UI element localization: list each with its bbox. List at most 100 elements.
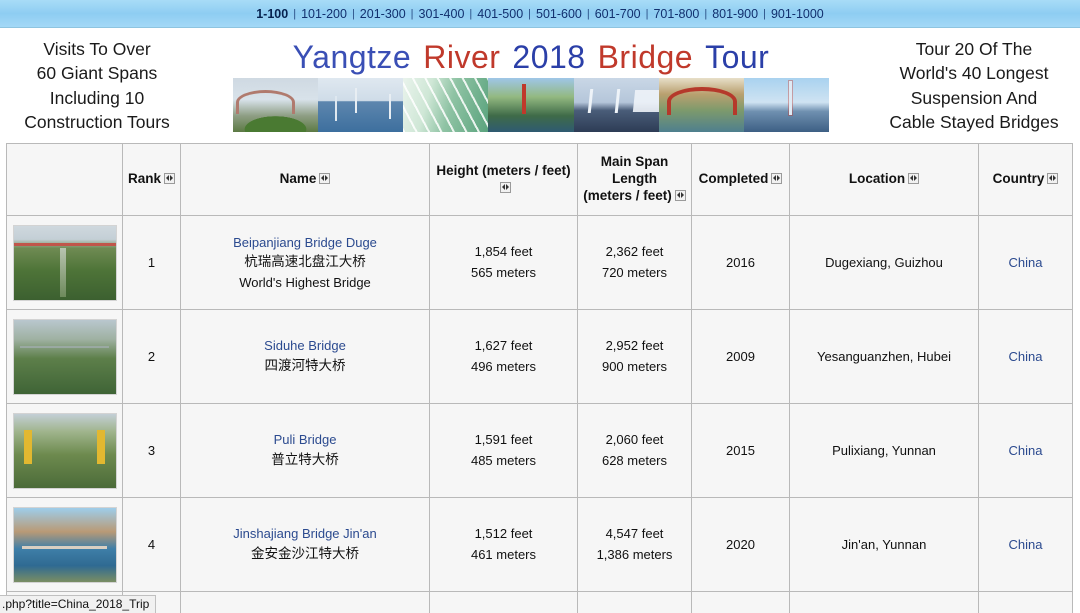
bridges-table: Rank Name Height (meters / feet) Main Sp… — [6, 143, 1073, 613]
pagination-separator: | — [645, 7, 649, 20]
column-header-country[interactable]: Country — [978, 143, 1073, 216]
column-label-completed: Completed — [698, 171, 769, 187]
banner-right-line-3: Suspension And — [910, 87, 1038, 108]
cell-thumbnail[interactable] — [6, 215, 123, 310]
banner-left-line-4: Construction Tours — [24, 111, 170, 132]
banner-photo-2 — [317, 78, 404, 132]
height-feet: 1,512 feet — [474, 526, 533, 542]
column-label-span-line2: Length — [612, 171, 657, 187]
puli-bridge-thumbnail[interactable] — [12, 412, 117, 489]
table-header: Rank Name Height (meters / feet) Main Sp… — [6, 143, 1073, 216]
table-row: 4 Jinshajiang Bridge Jin'an 金安金沙江特大桥 1,512 … — [6, 497, 1073, 592]
bridge-name-chinese: 四渡河特大桥 — [264, 357, 346, 373]
column-header-name[interactable]: Name — [180, 143, 430, 216]
sort-icon[interactable] — [908, 173, 920, 185]
table-body: 1 Beipanjiang Bridge Duge 杭瑞高速北盘江大桥 World's… — [6, 215, 1073, 613]
span-meters: 720 meters — [601, 264, 668, 280]
banner-right-line-4: Cable Stayed Bridges — [889, 111, 1059, 132]
pagination-link-1-100[interactable]: 1-100 — [255, 7, 289, 21]
country-link[interactable]: China — [1009, 255, 1043, 270]
cell-name: Yachi Bridge贵黔高速鸭池河大桥 — [180, 591, 430, 613]
height-meters: 461 meters — [470, 546, 537, 562]
banner-right-text: Tour 20 Of The World's 40 Longest Suspensi… — [874, 37, 1074, 134]
banner-title-word-3: 2018 — [512, 39, 586, 75]
cell-height: 1,424 feet434 meters — [429, 591, 578, 613]
sort-icon[interactable] — [164, 173, 175, 185]
column-label-rank: Rank — [127, 171, 161, 187]
pagination-link-101-200[interactable]: 101-200 — [300, 7, 348, 21]
cell-thumbnail[interactable] — [6, 309, 123, 404]
cell-thumbnail[interactable] — [6, 403, 123, 498]
column-header-location[interactable]: Location — [789, 143, 979, 216]
siduhe-bridge-thumbnail[interactable] — [12, 318, 117, 395]
banner-title: Yangtze River 2018 Bridge Tour — [287, 39, 776, 76]
height-meters: 496 meters — [470, 358, 537, 374]
banner-photo-1 — [232, 78, 318, 132]
column-header-main-span-length[interactable]: Main Span Length (meters / feet) — [577, 143, 692, 216]
sort-icon[interactable] — [1047, 173, 1059, 185]
country-link[interactable]: China — [1009, 349, 1043, 364]
pagination-link-201-300[interactable]: 201-300 — [359, 7, 407, 21]
bridge-name-link[interactable]: Siduhe Bridge — [185, 336, 425, 356]
table-row: 2 Siduhe Bridge 四渡河特大桥 1,627 feet 496 meters… — [6, 309, 1073, 404]
country-link[interactable]: China — [1009, 443, 1043, 458]
cell-thumbnail[interactable] — [6, 497, 123, 592]
sort-icon[interactable] — [319, 173, 331, 185]
bridge-name-link[interactable]: Beipanjiang Bridge Duge — [185, 233, 425, 253]
cell-height: 1,627 feet 496 meters — [429, 309, 578, 404]
banner-filmstrip — [232, 78, 830, 132]
span-meters: 628 meters — [601, 452, 668, 468]
bridge-name-chinese: 金安金沙江特大桥 — [251, 545, 359, 561]
pagination-link-801-900[interactable]: 801-900 — [711, 7, 759, 21]
pagination-links: 1-100 | 101-200 | 201-300 | 301-400 | 401-500 | 50… — [255, 7, 825, 21]
banner-left-line-3: Including 10 — [49, 87, 145, 108]
height-meters: 485 meters — [470, 452, 537, 468]
country-link[interactable]: China — [1009, 537, 1043, 552]
span-feet: 2,060 feet — [605, 432, 664, 448]
pagination-separator: | — [586, 7, 590, 20]
cell-completed: 2016 — [691, 215, 790, 310]
column-label-span-line3: (meters / feet) — [583, 187, 672, 203]
pagination-link-501-600[interactable]: 501-600 — [535, 7, 583, 21]
pagination-separator: | — [704, 7, 708, 20]
pagination-separator: | — [763, 7, 766, 20]
beipanjiang-bridge-thumbnail[interactable] — [12, 224, 117, 301]
cell-rank: 1 — [122, 215, 181, 310]
column-header-thumbnail — [6, 143, 123, 216]
banner-title-word-4: Bridge — [597, 39, 694, 75]
bridge-name-link[interactable]: Jinshajiang Bridge Jin'an — [185, 524, 425, 544]
banner-photo-4 — [488, 78, 574, 132]
pagination-link-401-500[interactable]: 401-500 — [476, 7, 524, 21]
cell-name: Beipanjiang Bridge Duge 杭瑞高速北盘江大桥 World's … — [180, 215, 430, 310]
cell-height: 1,512 feet 461 meters — [429, 497, 578, 592]
banner-photo-6 — [658, 78, 745, 132]
table-header-row: Rank Name Height (meters / feet) Main Sp… — [6, 143, 1073, 216]
pagination-separator: | — [293, 7, 297, 20]
cell-completed: 2016 — [691, 591, 790, 613]
cell-main-span-length: 4,547 feet 1,386 meters — [577, 497, 692, 592]
table-row: 1 Beipanjiang Bridge Duge 杭瑞高速北盘江大桥 World's… — [6, 215, 1073, 310]
table-row: 3 Puli Bridge 普立特大桥 1,591 feet 485 meters 2,0… — [6, 403, 1073, 498]
cell-rank: 4 — [122, 497, 181, 592]
column-header-rank[interactable]: Rank — [122, 143, 181, 216]
banner-center: Yangtze River 2018 Bridge Tour — [188, 28, 874, 143]
pagination-link-301-400[interactable]: 301-400 — [418, 7, 466, 21]
bridge-name-link[interactable]: Puli Bridge — [185, 430, 425, 450]
banner-right-line-2: World's 40 Longest — [899, 63, 1049, 84]
pagination-link-701-800[interactable]: 701-800 — [652, 7, 700, 21]
cell-rank: 3 — [122, 403, 181, 498]
cell-location: Dugexiang, Guizhou — [789, 215, 979, 310]
page-banner: Visits To Over 60 Giant Spans Including 10… — [0, 28, 1080, 143]
pagination-link-601-700[interactable]: 601-700 — [594, 7, 642, 21]
sort-icon[interactable] — [771, 173, 783, 185]
jinshajiang-bridge-thumbnail[interactable] — [12, 506, 117, 583]
pagination-separator: | — [528, 7, 531, 20]
pagination-separator: | — [410, 7, 414, 20]
span-feet: 2,362 feet — [605, 244, 664, 260]
sort-icon[interactable] — [499, 181, 511, 193]
pagination-link-901-1000[interactable]: 901-1000 — [770, 7, 825, 21]
column-label-height: Height (meters / feet) — [436, 162, 571, 178]
column-header-completed[interactable]: Completed — [691, 143, 790, 216]
column-header-height[interactable]: Height (meters / feet) — [429, 143, 578, 216]
sort-icon[interactable] — [674, 189, 686, 201]
